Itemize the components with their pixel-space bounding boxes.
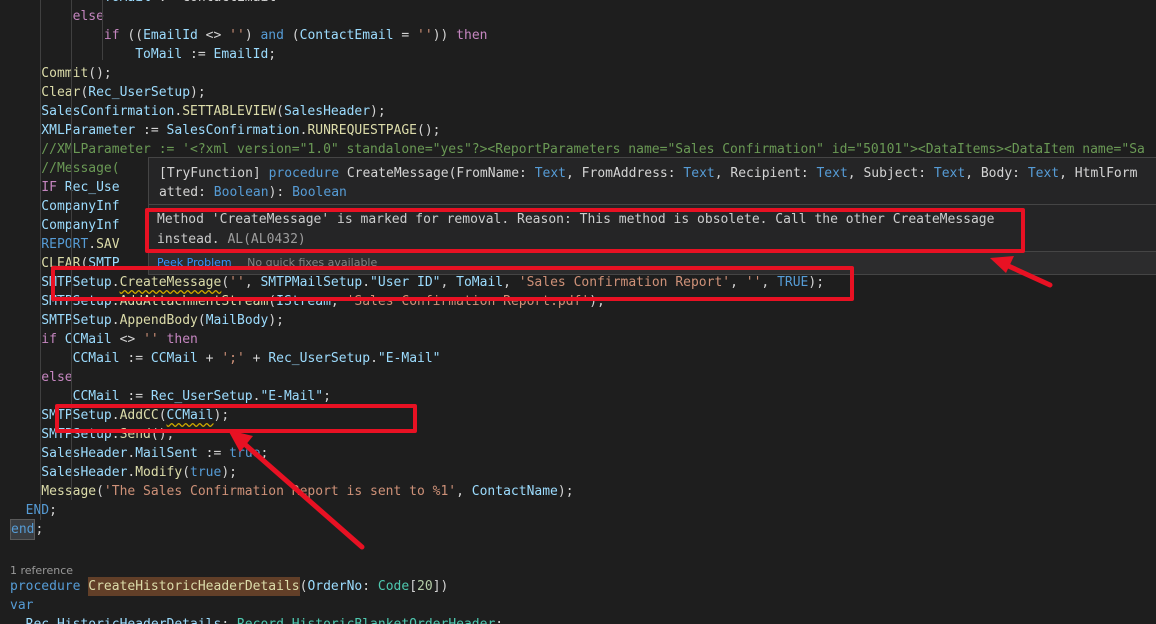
arrow-to-addcc-box xyxy=(228,430,365,550)
annotation-arrows xyxy=(228,256,1053,550)
arrow-to-message-box xyxy=(990,256,1053,288)
code-editor[interactable]: ToMail := ContactEmail else if ((EmailId… xyxy=(0,0,1156,624)
